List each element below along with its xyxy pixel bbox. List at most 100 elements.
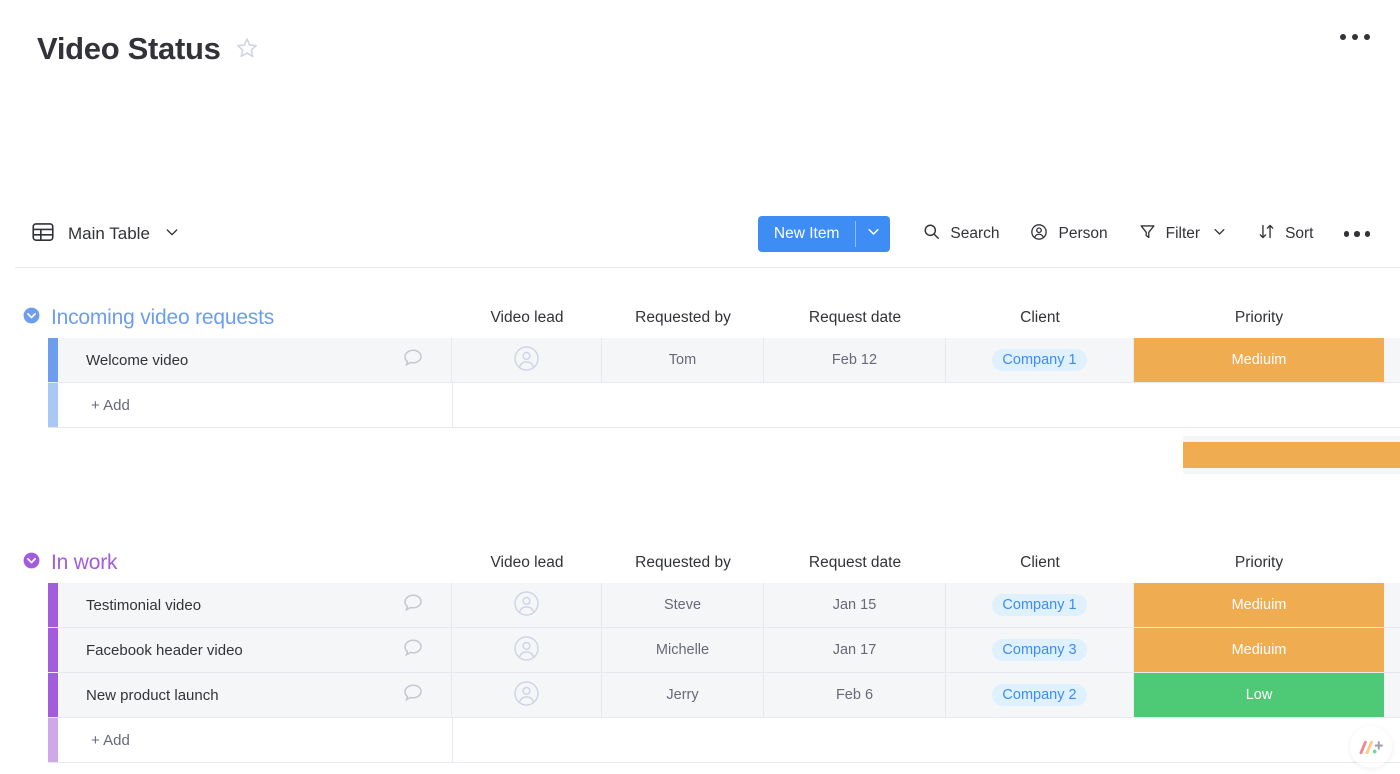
avatar-placeholder-icon	[513, 590, 540, 621]
board-more-options-icon[interactable]	[1340, 34, 1370, 40]
cell-request-date[interactable]: Feb 6	[764, 673, 946, 717]
column-header-request-date[interactable]: Request date	[764, 554, 946, 572]
priority-summary-cell[interactable]	[1183, 436, 1400, 474]
cell-request-date[interactable]: Jan 17	[764, 628, 946, 672]
sort-icon	[1257, 222, 1276, 246]
cell-client[interactable]: Company 2	[946, 673, 1134, 717]
cell-video-lead[interactable]	[452, 338, 602, 382]
column-header-requested-by[interactable]: Requested by	[602, 309, 764, 327]
group-incoming-video-requests: Incoming video requests Video lead Reque…	[0, 298, 1400, 482]
column-header-priority[interactable]: Priority	[1134, 554, 1384, 572]
column-header-client[interactable]: Client	[946, 554, 1134, 572]
column-header-video-lead[interactable]: Video lead	[452, 554, 602, 572]
person-icon	[1029, 222, 1049, 247]
cell-item-name[interactable]: Testimonial video	[58, 583, 452, 627]
cell-requested-by[interactable]: Tom	[602, 338, 764, 382]
toolbar-divider	[15, 267, 1400, 268]
cell-item-name[interactable]: Facebook header video	[58, 628, 452, 672]
priority-label: Mediuim	[1232, 352, 1287, 368]
client-tag: Company 3	[992, 639, 1086, 661]
cell-client[interactable]: Company 1	[946, 583, 1134, 627]
cell-priority[interactable]: Mediuim	[1134, 583, 1384, 627]
cell-requested-by[interactable]: Michelle	[602, 628, 764, 672]
cell-request-date[interactable]: Jan 15	[764, 583, 946, 627]
search-button[interactable]: Search	[922, 222, 999, 246]
column-header-request-date[interactable]: Request date	[764, 309, 946, 327]
filter-button[interactable]: Filter	[1138, 222, 1227, 246]
row-color-bar	[48, 673, 58, 717]
add-item-button[interactable]: + Add	[58, 718, 453, 762]
column-header-client[interactable]: Client	[946, 309, 1134, 327]
page-title: Video Status	[37, 33, 221, 64]
item-name: Testimonial video	[86, 597, 201, 614]
cell-priority[interactable]: Low	[1134, 673, 1384, 717]
cell-video-lead[interactable]	[452, 628, 602, 672]
collapse-group-icon[interactable]	[22, 551, 41, 575]
group-title[interactable]: Incoming video requests	[51, 306, 274, 330]
new-item-dropdown-button[interactable]	[856, 216, 890, 252]
table-row[interactable]: Welcome video	[48, 338, 1400, 383]
group-rows: Welcome video	[48, 338, 1400, 482]
cell-requested-by[interactable]: Jerry	[602, 673, 764, 717]
client-tag: Company 2	[992, 684, 1086, 706]
dot	[1344, 231, 1350, 237]
table-icon	[30, 219, 56, 250]
chevron-down-icon[interactable]	[1212, 224, 1227, 244]
column-header-requested-by[interactable]: Requested by	[602, 554, 764, 572]
table-row[interactable]: Facebook header video	[48, 628, 1400, 673]
comment-icon[interactable]	[401, 681, 425, 709]
toolbar-more-options-icon[interactable]	[1344, 231, 1371, 237]
table-row[interactable]: Testimonial video	[48, 583, 1400, 628]
filter-icon	[1138, 222, 1157, 246]
item-name: New product launch	[86, 687, 219, 704]
cell-request-date[interactable]: Feb 12	[764, 338, 946, 382]
add-item-row[interactable]: + Add	[48, 383, 1400, 428]
comment-icon[interactable]	[401, 636, 425, 664]
item-name: Welcome video	[86, 352, 188, 369]
client-tag: Company 1	[992, 349, 1086, 371]
cell-video-lead[interactable]	[452, 673, 602, 717]
person-button[interactable]: Person	[1029, 222, 1107, 247]
cell-client[interactable]: Company 3	[946, 628, 1134, 672]
row-color-bar	[48, 628, 58, 672]
cell-client[interactable]: Company 1	[946, 338, 1134, 382]
cell-item-name[interactable]: Welcome video	[58, 338, 452, 382]
dot	[1352, 34, 1358, 40]
priority-label: Low	[1246, 687, 1273, 703]
star-outline-icon[interactable]	[235, 36, 259, 65]
view-tab-main-table[interactable]: Main Table	[30, 219, 180, 250]
toolbar-actions: New Item Sea	[758, 206, 1376, 262]
cell-priority[interactable]: Mediuim	[1134, 628, 1384, 672]
chevron-down-icon[interactable]	[164, 224, 180, 245]
table-row[interactable]: New product launch	[48, 673, 1400, 718]
group-header: Incoming video requests Video lead Reque…	[0, 298, 1400, 338]
board-title-group: Video Status	[37, 32, 259, 65]
cell-video-lead[interactable]	[452, 583, 602, 627]
comment-icon[interactable]	[401, 591, 425, 619]
cell-requested-by[interactable]: Steve	[602, 583, 764, 627]
avatar-placeholder-icon	[513, 680, 540, 711]
priority-summary-bar	[1183, 442, 1400, 468]
cell-priority[interactable]: Mediuim	[1134, 338, 1384, 382]
group-summary	[48, 428, 1400, 482]
new-item-button[interactable]: New Item	[758, 216, 855, 252]
new-item-button-group[interactable]: New Item	[758, 216, 890, 252]
board-header: Video Status	[0, 0, 1400, 96]
board-page: Video Status Main Table	[0, 0, 1400, 774]
comment-icon[interactable]	[401, 346, 425, 374]
group-title[interactable]: In work	[51, 551, 117, 575]
item-name: Facebook header video	[86, 642, 243, 659]
board-toolbar: Main Table New Item	[0, 206, 1400, 262]
column-header-priority[interactable]: Priority	[1134, 309, 1384, 327]
cell-item-name[interactable]: New product launch	[58, 673, 452, 717]
monday-add-widget-icon[interactable]	[1350, 726, 1392, 768]
add-item-row[interactable]: + Add	[48, 718, 1400, 763]
filter-label: Filter	[1166, 225, 1200, 243]
dot	[1354, 231, 1360, 237]
collapse-group-icon[interactable]	[22, 306, 41, 330]
add-item-button[interactable]: + Add	[58, 383, 453, 427]
sort-button[interactable]: Sort	[1257, 222, 1313, 246]
column-header-video-lead[interactable]: Video lead	[452, 309, 602, 327]
dot	[1365, 231, 1371, 237]
chevron-down-icon	[866, 224, 881, 244]
